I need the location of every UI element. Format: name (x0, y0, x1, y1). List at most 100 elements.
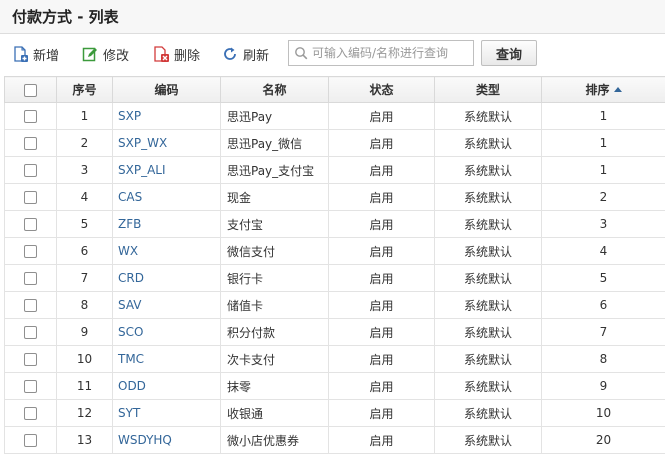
row-checkbox[interactable] (24, 191, 37, 204)
cell-order: 9 (541, 372, 665, 400)
cell-code[interactable]: CRD (112, 264, 221, 292)
table-row[interactable]: 5 ZFB 支付宝 启用 系统默认 3 (4, 210, 665, 238)
cell-code[interactable]: CAS (112, 183, 221, 211)
cell-name: 微信支付 (220, 237, 329, 265)
delete-button-label: 删除 (174, 48, 201, 64)
cell-order: 7 (541, 318, 665, 346)
cell-code[interactable]: WSDYHQ (112, 426, 221, 454)
title-bar: 付款方式 - 列表 (0, 0, 665, 34)
cell-status: 启用 (328, 102, 435, 130)
cell-name: 收银通 (220, 399, 329, 427)
column-header-order[interactable]: 排序 (541, 76, 665, 103)
column-header-name[interactable]: 名称 (220, 76, 329, 103)
cell-seq: 12 (56, 399, 113, 427)
cell-status: 启用 (328, 156, 435, 184)
cell-name: 思迅Pay_支付宝 (220, 156, 329, 184)
row-checkbox[interactable] (24, 218, 37, 231)
table-header-row: 序号 编码 名称 状态 类型 排序 (4, 76, 665, 103)
cell-seq: 13 (56, 426, 113, 454)
cell-code[interactable]: SYT (112, 399, 221, 427)
search-input[interactable] (312, 46, 473, 60)
cell-type: 系统默认 (434, 291, 542, 319)
row-checkbox[interactable] (24, 326, 37, 339)
cell-code[interactable]: SAV (112, 291, 221, 319)
cell-name: 支付宝 (220, 210, 329, 238)
cell-order: 4 (541, 237, 665, 265)
query-button[interactable]: 查询 (481, 40, 537, 66)
cell-name: 储值卡 (220, 291, 329, 319)
cell-select (4, 318, 57, 346)
cell-name: 现金 (220, 183, 329, 211)
table-row[interactable]: 6 WX 微信支付 启用 系统默认 4 (4, 237, 665, 265)
cell-code[interactable]: SCO (112, 318, 221, 346)
payment-method-table: 序号 编码 名称 状态 类型 排序 1 SXP 思迅Pay 启用 系统默认 1 2 SXP_W… (4, 76, 665, 454)
table-row[interactable]: 2 SXP_WX 思迅Pay_微信 启用 系统默认 1 (4, 129, 665, 157)
cell-select (4, 291, 57, 319)
cell-order: 6 (541, 291, 665, 319)
cell-status: 启用 (328, 210, 435, 238)
table-row[interactable]: 10 TMC 次卡支付 启用 系统默认 8 (4, 345, 665, 373)
row-checkbox[interactable] (24, 245, 37, 258)
refresh-icon (224, 47, 236, 60)
cell-type: 系统默认 (434, 210, 542, 238)
cell-select (4, 372, 57, 400)
cell-type: 系统默认 (434, 399, 542, 427)
cell-select (4, 210, 57, 238)
row-checkbox[interactable] (24, 407, 37, 420)
table-row[interactable]: 11 ODD 抹零 启用 系统默认 9 (4, 372, 665, 400)
table-row[interactable]: 1 SXP 思迅Pay 启用 系统默认 1 (4, 102, 665, 130)
cell-code[interactable]: WX (112, 237, 221, 265)
cell-code[interactable]: SXP (112, 102, 221, 130)
edit-button[interactable]: 修改 (82, 42, 129, 66)
cell-status: 启用 (328, 237, 435, 265)
row-checkbox[interactable] (24, 299, 37, 312)
row-checkbox[interactable] (24, 110, 37, 123)
cell-code[interactable]: SXP_WX (112, 129, 221, 157)
row-checkbox[interactable] (24, 380, 37, 393)
select-all-checkbox[interactable] (24, 83, 37, 97)
table-row[interactable]: 9 SCO 积分付款 启用 系统默认 7 (4, 318, 665, 346)
cell-status: 启用 (328, 345, 435, 373)
cell-order: 5 (541, 264, 665, 292)
refresh-button[interactable]: 刷新 (222, 42, 269, 66)
table-row[interactable]: 4 CAS 现金 启用 系统默认 2 (4, 183, 665, 211)
cell-code[interactable]: ZFB (112, 210, 221, 238)
cell-name: 抹零 (220, 372, 329, 400)
column-header-order-label: 排序 (585, 83, 610, 97)
cell-order: 1 (541, 102, 665, 130)
column-header-type[interactable]: 类型 (434, 76, 542, 103)
row-checkbox[interactable] (24, 272, 37, 285)
cell-select (4, 426, 57, 454)
cell-select (4, 183, 57, 211)
cell-seq: 1 (56, 102, 113, 130)
cell-seq: 3 (56, 156, 113, 184)
row-checkbox[interactable] (24, 434, 37, 447)
cell-seq: 11 (56, 372, 113, 400)
row-checkbox[interactable] (24, 137, 37, 150)
cell-seq: 9 (56, 318, 113, 346)
table-row[interactable]: 13 WSDYHQ 微小店优惠券 启用 系统默认 20 (4, 426, 665, 454)
table-row[interactable]: 8 SAV 储值卡 启用 系统默认 6 (4, 291, 665, 319)
delete-button[interactable]: 删除 (153, 42, 200, 66)
cell-select (4, 237, 57, 265)
cell-select (4, 264, 57, 292)
cell-status: 启用 (328, 372, 435, 400)
cell-code[interactable]: ODD (112, 372, 221, 400)
cell-type: 系统默认 (434, 237, 542, 265)
cell-order: 1 (541, 129, 665, 157)
row-checkbox[interactable] (24, 353, 37, 366)
cell-select (4, 156, 57, 184)
table-row[interactable]: 3 SXP_ALI 思迅Pay_支付宝 启用 系统默认 1 (4, 156, 665, 184)
cell-code[interactable]: SXP_ALI (112, 156, 221, 184)
table-row[interactable]: 7 CRD 银行卡 启用 系统默认 5 (4, 264, 665, 292)
column-header-code[interactable]: 编码 (112, 76, 221, 103)
add-button[interactable]: 新增 (12, 42, 59, 66)
table-row[interactable]: 12 SYT 收银通 启用 系统默认 10 (4, 399, 665, 427)
cell-code[interactable]: TMC (112, 345, 221, 373)
column-header-status[interactable]: 状态 (328, 76, 435, 103)
cell-type: 系统默认 (434, 318, 542, 346)
cell-select (4, 129, 57, 157)
row-checkbox[interactable] (24, 164, 37, 177)
sort-ascending-icon (613, 87, 622, 92)
cell-type: 系统默认 (434, 264, 542, 292)
